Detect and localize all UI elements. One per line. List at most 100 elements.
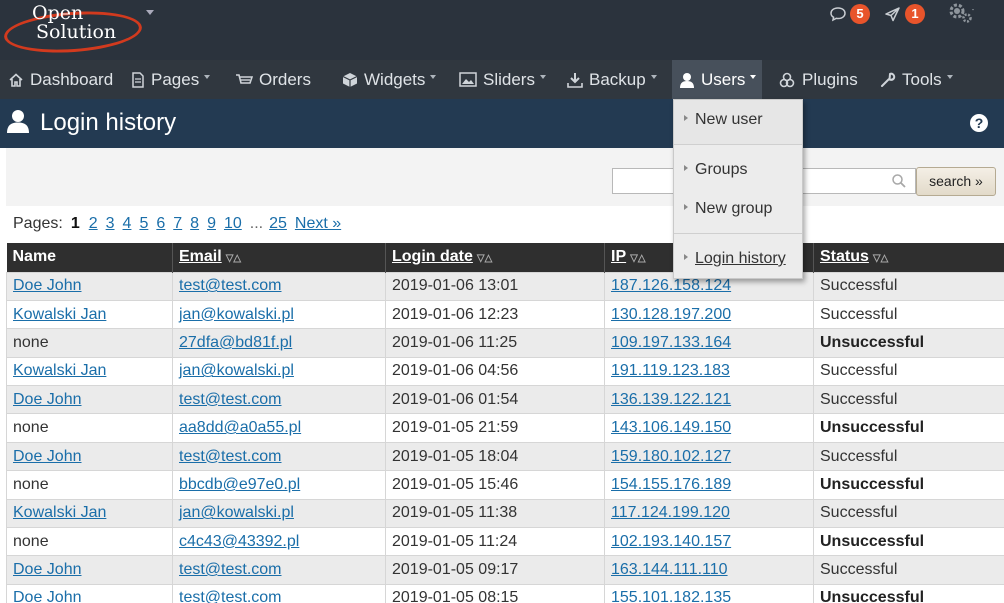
menu-divider (674, 144, 802, 145)
ip-link[interactable]: 136.139.122.121 (611, 391, 731, 408)
ip-link[interactable]: 130.128.197.200 (611, 306, 731, 323)
menu-item-label: New user (695, 111, 763, 128)
user-name-link[interactable]: Doe John (13, 589, 82, 603)
column-login-date-label[interactable]: Login date (392, 248, 473, 265)
sort-icon[interactable]: ▽△ (630, 253, 645, 264)
cell-name: none (6, 527, 173, 557)
ip-link[interactable]: 163.144.111.110 (611, 561, 728, 578)
page-link[interactable]: 10 (224, 215, 242, 233)
sort-icon[interactable]: ▽△ (226, 253, 241, 264)
page-link[interactable]: 2 (89, 215, 98, 233)
page-link[interactable]: 5 (139, 215, 148, 233)
email-link[interactable]: test@test.com (179, 589, 282, 603)
ip-link[interactable]: 191.119.123.183 (611, 362, 730, 379)
user-name-link[interactable]: Kowalski Jan (13, 306, 106, 323)
email-link[interactable]: jan@kowalski.pl (179, 504, 294, 521)
page-link[interactable]: 4 (123, 215, 132, 233)
menu-item-new-user[interactable]: New user (674, 105, 802, 135)
ip-link[interactable]: 117.124.199.120 (611, 504, 730, 521)
last-page-link[interactable]: 25 (269, 215, 287, 233)
nav-tools[interactable]: Tools (880, 60, 953, 99)
current-page: 1 (70, 215, 80, 232)
wrench-icon (880, 72, 896, 88)
nav-users[interactable]: Users (672, 60, 762, 99)
email-link[interactable]: test@test.com (179, 277, 282, 294)
page-link[interactable]: 7 (173, 215, 182, 233)
ip-link[interactable]: 102.193.140.157 (611, 533, 731, 550)
sort-icon[interactable]: ▽△ (477, 253, 492, 264)
column-header-email[interactable]: Email ▽△ (172, 243, 386, 272)
ip-link[interactable]: 159.180.102.127 (611, 448, 731, 465)
nav-backup[interactable]: Backup (567, 60, 657, 99)
column-email-label[interactable]: Email (179, 248, 222, 265)
email-link[interactable]: c4c43@43392.pl (179, 533, 299, 550)
page-link[interactable]: 6 (156, 215, 165, 233)
user-name-link[interactable]: Kowalski Jan (13, 504, 106, 521)
table-row: Kowalski Jan jan@kowalski.pl 2019-01-06 12… (6, 299, 1004, 330)
cell-email: jan@kowalski.pl (172, 299, 386, 330)
cell-ip: 159.180.102.127 (604, 441, 814, 472)
cell-login-date: 2019-01-06 04:56 (385, 356, 605, 387)
settings-button[interactable] (948, 3, 976, 23)
ip-link[interactable]: 109.197.133.164 (611, 334, 731, 351)
user-name-link[interactable]: Doe John (13, 391, 82, 408)
email-link[interactable]: test@test.com (179, 391, 282, 408)
notifications-button[interactable]: 1 (884, 4, 925, 24)
column-name-label: Name (12, 248, 57, 266)
page-link[interactable]: 8 (190, 215, 199, 233)
cart-icon (235, 72, 253, 88)
table-row: Kowalski Jan jan@kowalski.pl 2019-01-06 04… (6, 356, 1004, 387)
user-name-link[interactable]: Doe John (13, 448, 82, 465)
messages-button[interactable]: 5 (829, 4, 870, 24)
status-text: Unsuccessful (820, 532, 925, 550)
column-status-label[interactable]: Status (820, 248, 869, 265)
page-link[interactable]: 9 (207, 215, 216, 233)
next-page-link[interactable]: Next » (295, 215, 341, 233)
user-name: none (13, 532, 49, 550)
user-name-link[interactable]: Kowalski Jan (13, 362, 106, 379)
user-name-link[interactable]: Doe John (13, 561, 82, 578)
nav-dashboard[interactable]: Dashboard (8, 60, 113, 99)
table-row: Doe John test@test.com 2019-01-06 01:54 136… (6, 385, 1004, 415)
email-link[interactable]: test@test.com (179, 448, 282, 465)
notifications-badge: 1 (905, 4, 925, 24)
login-date: 2019-01-05 11:38 (392, 504, 518, 522)
login-date: 2019-01-05 21:59 (392, 419, 519, 437)
menu-item-login-history[interactable]: Login history (674, 244, 802, 274)
brand-logo[interactable]: Open Solution (2, 2, 144, 57)
chevron-down-icon (750, 74, 757, 79)
ip-link[interactable]: 143.106.149.150 (611, 419, 731, 436)
column-ip-label[interactable]: IP (611, 248, 626, 265)
login-date: 2019-01-06 01:54 (392, 390, 519, 408)
page-link[interactable]: 3 (106, 215, 115, 233)
nav-sliders[interactable]: Sliders (459, 60, 546, 99)
puzzle-icon (779, 72, 796, 88)
email-link[interactable]: test@test.com (179, 561, 282, 578)
cell-login-date: 2019-01-05 11:38 (385, 498, 605, 529)
login-date: 2019-01-05 08:15 (392, 589, 519, 603)
email-link[interactable]: jan@kowalski.pl (179, 362, 294, 379)
sort-icon[interactable]: ▽△ (873, 253, 888, 264)
ip-link[interactable]: 154.155.176.189 (611, 476, 731, 493)
email-link[interactable]: 27dfa@bd81f.pl (179, 334, 292, 351)
email-link[interactable]: bbcdb@e97e0.pl (179, 476, 300, 493)
column-header-status[interactable]: Status ▽△ (813, 243, 1004, 272)
nav-orders[interactable]: Orders (235, 60, 311, 99)
menu-divider (674, 233, 802, 234)
email-link[interactable]: jan@kowalski.pl (179, 306, 294, 323)
email-link[interactable]: aa8dd@a0a55.pl (179, 419, 301, 436)
cell-status: Successful (813, 385, 1004, 415)
menu-item-new-group[interactable]: New group (674, 194, 802, 224)
user-name-link[interactable]: Doe John (13, 277, 82, 294)
column-header-login-date[interactable]: Login date ▽△ (385, 243, 605, 272)
ip-link[interactable]: 187.126.158.124 (611, 277, 731, 294)
nav-plugins[interactable]: Plugins (779, 60, 858, 99)
search-button[interactable]: search » (916, 167, 996, 196)
caret-right-icon (684, 114, 688, 121)
nav-widgets[interactable]: Widgets (342, 60, 437, 99)
chevron-down-icon[interactable] (146, 10, 154, 15)
nav-pages[interactable]: Pages (131, 60, 211, 99)
ip-link[interactable]: 155.101.182.135 (611, 589, 731, 603)
help-icon[interactable]: ? (970, 114, 988, 132)
menu-item-groups[interactable]: Groups (674, 155, 802, 185)
